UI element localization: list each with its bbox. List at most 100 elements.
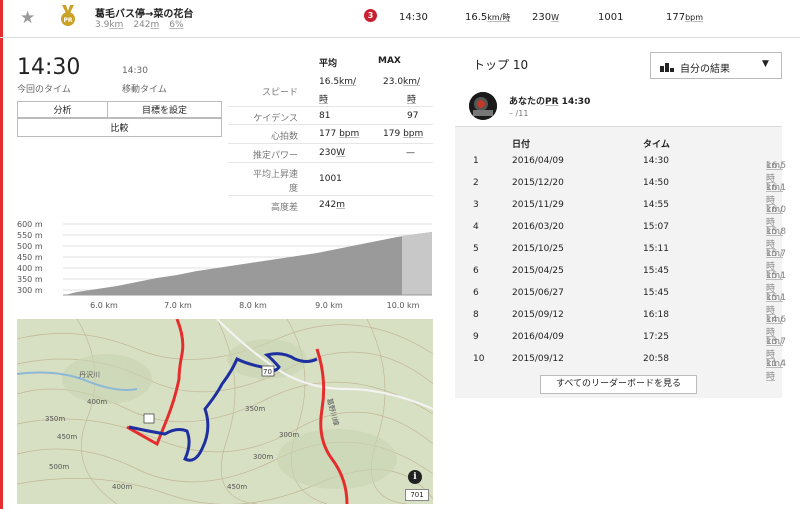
y-tick-400: 400 m (17, 264, 43, 273)
x-tick-10: 10.0 km (387, 301, 420, 310)
leaderboard-row[interactable]: 10 2015/09/12 20:58 11.4 km/時 (455, 349, 786, 382)
star-icon[interactable]: ★ (20, 8, 35, 28)
row-rank: 5 (473, 244, 479, 254)
row-date[interactable]: 2016/04/09 (512, 156, 564, 166)
row-time: 14:50 (643, 178, 669, 188)
stat-power-max: — (406, 148, 415, 158)
segment-elevation: 242m (133, 20, 160, 30)
set-goal-button[interactable]: 目標を設定 (107, 101, 222, 118)
row-time: 17:25 (643, 332, 669, 342)
leaderboard-row[interactable]: 9 2016/04/09 17:25 13.7 km/時 (455, 327, 786, 360)
pr-summary-rank: – /11 (509, 109, 529, 118)
row-date[interactable]: 2015/12/20 (512, 178, 564, 188)
stat-divider (228, 106, 433, 107)
avatar-image (469, 92, 497, 120)
row-date[interactable]: 2015/11/29 (512, 200, 564, 210)
row-date[interactable]: 2015/09/12 (512, 354, 564, 364)
row-time: 16:18 (643, 310, 669, 320)
map-canvas[interactable]: 丹沢川 葛野川線 400m 350m 300m 350m 400m 500m 4… (17, 319, 433, 504)
pr-summary-title: あなたのPR 14:30 (509, 97, 591, 107)
moving-time-label: 移動タイム (122, 85, 167, 95)
map-scale-badge: 701 (405, 489, 429, 501)
segment-map[interactable]: 丹沢川 葛野川線 400m 350m 300m 350m 400m 500m 4… (17, 319, 433, 504)
elevation-profile-chart[interactable]: 600 m 550 m 500 m 450 m 400 m 350 m 300 … (17, 218, 435, 314)
stat-label-cadence: ケイデンス (253, 114, 298, 124)
row-rank: 1 (473, 156, 479, 166)
map-marker-box (143, 413, 155, 424)
row-rank: 10 (473, 354, 485, 364)
elevation-y-ticks: 600 m 550 m 500 m 450 m 400 m 350 m 300 … (17, 220, 43, 295)
stats-col-max: MAX (378, 56, 401, 66)
row-time: 15:45 (643, 288, 669, 298)
map-label-500: 500m (49, 463, 69, 471)
stat-vam-avg: 1001 (319, 174, 342, 184)
segment-grade: 6% (169, 20, 184, 30)
stat-power-avg: 230W (319, 148, 346, 158)
row-date[interactable]: 2016/04/09 (512, 332, 564, 342)
elevation-area (65, 232, 432, 295)
row-rank: 3 (473, 200, 479, 210)
leaderboard-row[interactable]: 6 2015/06/27 15:45 15.1 km/時 (455, 283, 786, 316)
y-tick-550: 550 m (17, 231, 43, 240)
stat-divider (228, 143, 433, 144)
pr-summary: あなたのPR 14:30 – /11 (455, 85, 782, 127)
x-tick-7: 7.0 km (164, 301, 192, 310)
leaderboard-row[interactable]: 6 2015/04/25 15:45 15.1 km/時 (455, 261, 786, 294)
row-time: 14:55 (643, 200, 669, 210)
moving-time: 14:30 (122, 66, 148, 76)
view-all-leaderboards-button[interactable]: すべてのリーダーボードを見る (540, 375, 697, 394)
row-date[interactable]: 2015/06/27 (512, 288, 564, 298)
leaderboard-row[interactable]: 2 2015/12/20 14:50 16.1 km/時 (455, 173, 786, 206)
row-time: 14:30 (643, 156, 669, 166)
map-label-300b: 300m (279, 431, 299, 439)
analysis-button[interactable]: 分析 (17, 101, 108, 118)
leaderboard-row[interactable]: 8 2015/09/12 16:18 14.6 km/時 (455, 305, 786, 338)
x-tick-8: 8.0 km (239, 301, 267, 310)
map-label-400: 400m (87, 398, 107, 406)
avatar[interactable] (469, 92, 497, 120)
row-rank: 8 (473, 310, 479, 320)
map-label-400b: 400m (112, 483, 132, 491)
map-label-river: 丹沢川 (79, 370, 100, 379)
y-tick-600: 600 m (17, 220, 43, 229)
segment-meta: 3.9km 242m 6% (95, 20, 184, 30)
pr-medal-text: PR (63, 17, 72, 24)
row-date[interactable]: 2015/04/25 (512, 266, 564, 276)
stat-cadence-max: 97 (407, 111, 419, 121)
leaderboard-row[interactable]: 4 2016/03/20 15:07 15.8 km/時 (455, 217, 786, 250)
stat-cadence-avg: 81 (319, 111, 331, 121)
leaderboard-row[interactable]: 1 2016/04/09 14:30 16.5 km/時 (455, 151, 786, 184)
row-date[interactable]: 2015/09/12 (512, 310, 564, 320)
row-date[interactable]: 2015/10/25 (512, 244, 564, 254)
info-icon[interactable]: i (408, 470, 422, 484)
row-rank: 4 (473, 222, 479, 232)
leaderboard-row[interactable]: 3 2015/11/29 14:55 16.0 km/時 (455, 195, 786, 228)
leaderboard-col-date: 日付 (512, 140, 531, 150)
stat-label-elev: 高度差 (270, 203, 298, 213)
stat-speed-max-unit: 時 (407, 95, 417, 105)
top10-title: トップ 10 (473, 58, 529, 72)
pr-medal-icon: PR (61, 5, 75, 26)
row-time: 15:07 (643, 222, 669, 232)
stat-hr-max: 179 bpm (383, 129, 424, 139)
map-label-350: 350m (45, 415, 65, 423)
leaderboard-col-time: タイム (643, 140, 670, 150)
map-label-450: 450m (57, 433, 77, 441)
segment-distance: 3.9km (95, 20, 124, 30)
stats-col-avg: 平均 (319, 59, 338, 69)
row-date[interactable]: 2016/03/20 (512, 222, 564, 232)
header-hr: 177bpm (666, 12, 704, 23)
stat-speed-avg: 16.5km/ (319, 77, 357, 87)
row-time: 15:11 (643, 244, 669, 254)
segment-title[interactable]: 葛毛バス停→菜の花台 (95, 5, 193, 20)
stat-elev-avg: 242m (319, 200, 345, 210)
stat-speed-max: 23.0km/ (383, 77, 421, 87)
map-label-350b: 350m (245, 405, 265, 413)
leaderboard-row[interactable]: 5 2015/10/25 15:11 15.7 km/時 (455, 239, 786, 272)
row-time: 20:58 (643, 354, 669, 364)
bar-chart-icon (660, 63, 674, 72)
compare-button[interactable]: 比較 (17, 118, 222, 137)
page-accent-line (0, 0, 3, 509)
results-filter-dropdown[interactable]: 自分の結果 ▼ (650, 52, 782, 79)
row-rank: 6 (473, 266, 479, 276)
